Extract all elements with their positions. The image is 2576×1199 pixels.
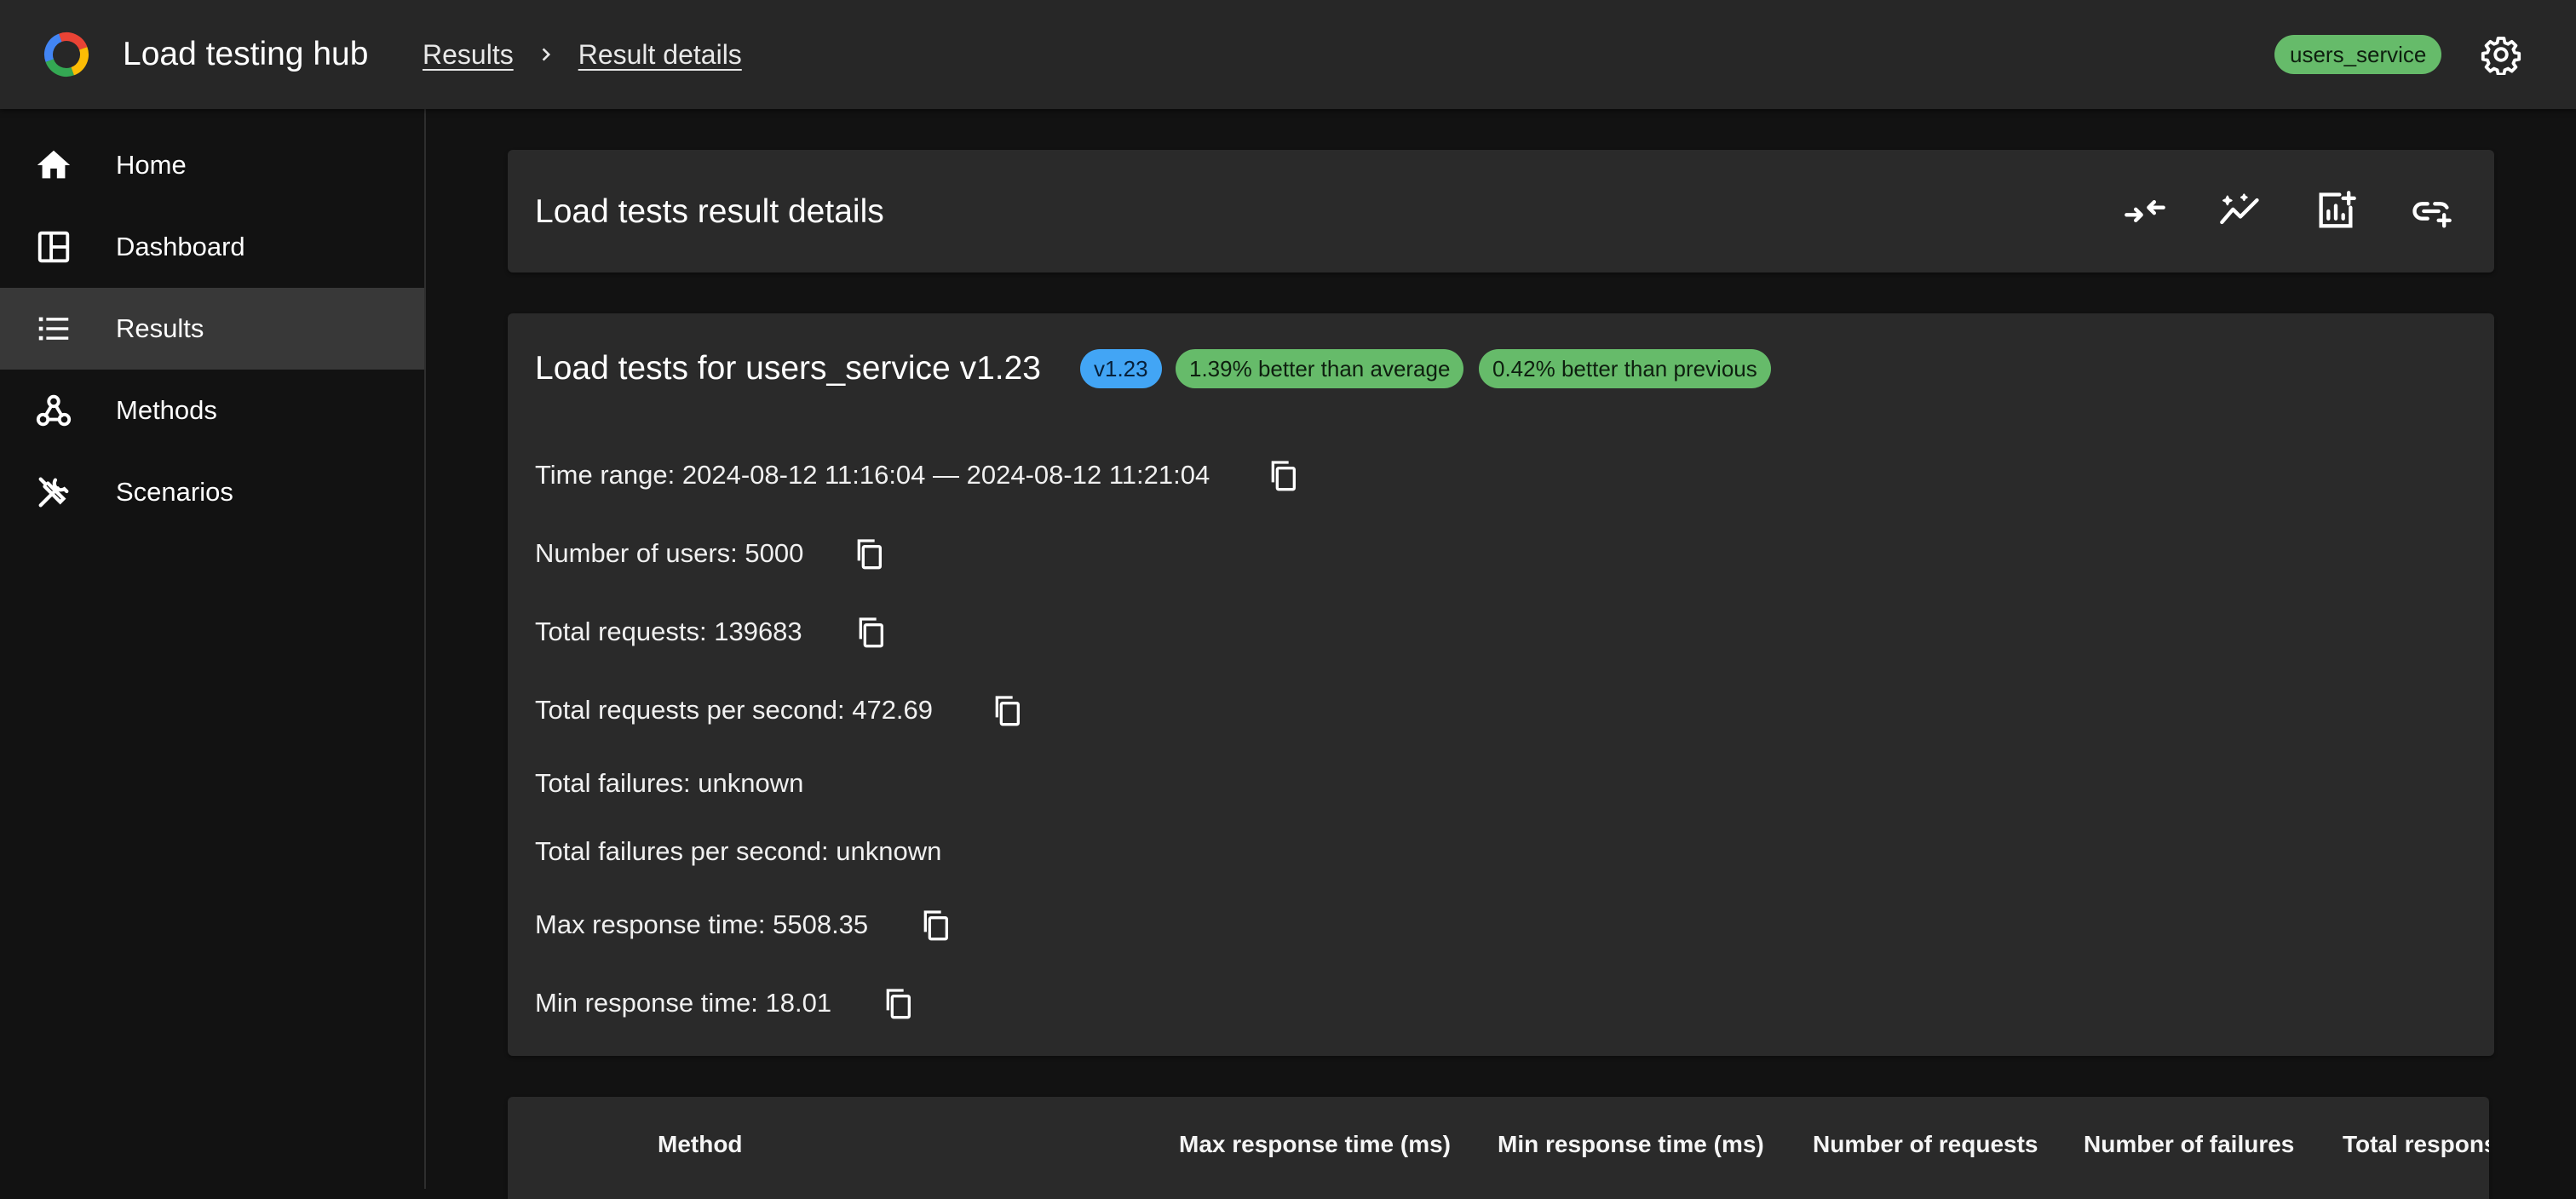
copy-icon[interactable] [852, 536, 886, 571]
sidebar-item-label: Dashboard [116, 232, 245, 261]
sidebar-item-label: Scenarios [116, 477, 233, 507]
sidebar-item-label: Results [116, 313, 204, 343]
webhook-icon [36, 394, 72, 427]
app-title: Load testing hub [123, 36, 369, 72]
stat-total-failures-per-second: Total failures per second: unknown [535, 836, 942, 866]
column-header-number-of-failures[interactable]: Number of failures [2084, 1127, 2294, 1162]
column-header-min-response-time[interactable]: Min response time (ms) [1498, 1127, 1764, 1162]
column-header-number-of-requests[interactable]: Number of requests [1813, 1127, 2038, 1162]
sidebar-item-label: Home [116, 150, 187, 180]
tools-icon [38, 477, 69, 508]
copy-icon[interactable] [1266, 458, 1300, 492]
sidebar-item-results[interactable]: Results [0, 288, 424, 370]
dashboard-icon [37, 231, 70, 263]
breadcrumb: Results Result details [423, 34, 742, 75]
version-badge: v1.23 [1080, 349, 1162, 388]
add-chart-icon[interactable] [2314, 189, 2358, 233]
service-chip[interactable]: users_service [2274, 35, 2442, 74]
vs-average-badge: 1.39% better than average [1176, 349, 1464, 388]
copy-icon[interactable] [854, 615, 888, 649]
copy-icon[interactable] [990, 693, 1024, 727]
stat-number-of-users: Number of users: 5000 [535, 538, 804, 568]
details-header-card: Load tests result details [508, 150, 2494, 272]
stat-max-response-time: Max response time: 5508.35 [535, 909, 869, 939]
breadcrumb-results-link[interactable]: Results [423, 34, 514, 75]
breadcrumb-result-details-link[interactable]: Result details [578, 34, 742, 75]
trend-icon[interactable] [2218, 189, 2263, 233]
sidebar: Home Dashboard Results Methods Scenarios [0, 109, 426, 1189]
stat-min-response-time: Min response time: 18.01 [535, 988, 832, 1018]
column-header-total-response[interactable]: Total respons [2343, 1127, 2489, 1162]
column-header-max-response-time[interactable]: Max response time (ms) [1179, 1127, 1451, 1162]
app-logo-icon[interactable] [43, 31, 90, 78]
list-icon [38, 317, 69, 341]
summary-card: Load tests for users_service v1.23 v1.23… [508, 313, 2494, 1056]
sidebar-item-home[interactable]: Home [0, 124, 424, 206]
vs-previous-badge: 0.42% better than previous [1479, 349, 1771, 388]
stat-time-range: Time range: 2024-08-12 11:16:04 — 2024-0… [535, 460, 1210, 490]
copy-icon[interactable] [918, 908, 952, 942]
sidebar-item-dashboard[interactable]: Dashboard [0, 206, 424, 288]
sidebar-item-scenarios[interactable]: Scenarios [0, 451, 424, 533]
gear-icon[interactable] [2481, 34, 2521, 75]
stat-total-requests: Total requests: 139683 [535, 617, 802, 646]
home-icon [37, 150, 71, 179]
stat-total-rps: Total requests per second: 472.69 [535, 695, 934, 725]
stat-total-failures: Total failures: unknown [535, 768, 804, 798]
copy-icon[interactable] [881, 986, 915, 1020]
sidebar-item-methods[interactable]: Methods [0, 370, 424, 451]
details-title: Load tests result details [535, 193, 884, 230]
chevron-right-icon [542, 48, 550, 61]
add-link-icon[interactable] [2409, 189, 2453, 233]
column-header-method[interactable]: Method [658, 1127, 743, 1162]
app-bar: Load testing hub Results Result details … [0, 0, 2576, 109]
methods-table: Method Max response time (ms) Min respon… [508, 1097, 2489, 1199]
compare-icon[interactable] [2123, 189, 2167, 233]
summary-title: Load tests for users_service v1.23 [535, 350, 1041, 387]
sidebar-item-label: Methods [116, 395, 217, 425]
